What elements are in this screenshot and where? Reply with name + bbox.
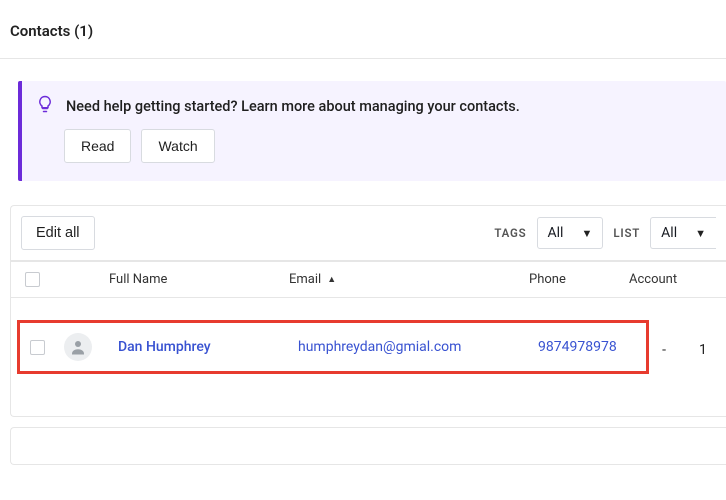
caret-down-icon: ▼ bbox=[581, 227, 592, 240]
person-icon bbox=[69, 338, 87, 356]
contacts-table: Full Name Email ▲ Phone Account Dan Hump… bbox=[10, 261, 726, 417]
list-value: All bbox=[661, 225, 677, 241]
highlighted-row: Dan Humphrey humphreydan@gmial.com 98749… bbox=[17, 320, 649, 374]
help-text: Need help getting started? Learn more ab… bbox=[66, 98, 520, 115]
trail-cell: 1 bbox=[699, 342, 726, 358]
tags-label: TAGS bbox=[494, 226, 526, 240]
read-button[interactable]: Read bbox=[64, 129, 131, 163]
tags-value: All bbox=[548, 225, 564, 241]
avatar bbox=[64, 333, 92, 361]
caret-down-icon: ▼ bbox=[695, 227, 706, 240]
col-email-label: Email bbox=[289, 272, 321, 287]
sort-asc-icon: ▲ bbox=[327, 274, 336, 285]
watch-button[interactable]: Watch bbox=[141, 129, 214, 163]
tags-select[interactable]: All ▼ bbox=[537, 217, 604, 249]
table-row[interactable]: Dan Humphrey humphreydan@gmial.com 98749… bbox=[20, 323, 646, 371]
col-email[interactable]: Email ▲ bbox=[289, 272, 529, 287]
lightbulb-icon bbox=[36, 95, 54, 117]
list-label: LIST bbox=[613, 226, 640, 240]
help-banner: Need help getting started? Learn more ab… bbox=[18, 81, 726, 181]
page-title: Contacts (1) bbox=[0, 0, 726, 59]
select-all-checkbox[interactable] bbox=[25, 272, 40, 287]
col-full-name[interactable]: Full Name bbox=[109, 272, 289, 287]
edit-all-button[interactable]: Edit all bbox=[21, 216, 95, 250]
footer-bar bbox=[10, 427, 726, 465]
col-phone[interactable]: Phone bbox=[529, 272, 629, 287]
contact-phone-link[interactable]: 9874978978 bbox=[538, 339, 617, 355]
toolbar: Edit all TAGS All ▼ LIST All ▼ bbox=[10, 205, 726, 261]
table-header: Full Name Email ▲ Phone Account bbox=[11, 261, 726, 298]
contact-name-link[interactable]: Dan Humphrey bbox=[118, 339, 211, 355]
col-account[interactable]: Account bbox=[629, 272, 699, 287]
contact-email-link[interactable]: humphreydan@gmial.com bbox=[298, 339, 461, 355]
row-checkbox[interactable] bbox=[30, 340, 45, 355]
list-select[interactable]: All ▼ bbox=[650, 217, 716, 249]
